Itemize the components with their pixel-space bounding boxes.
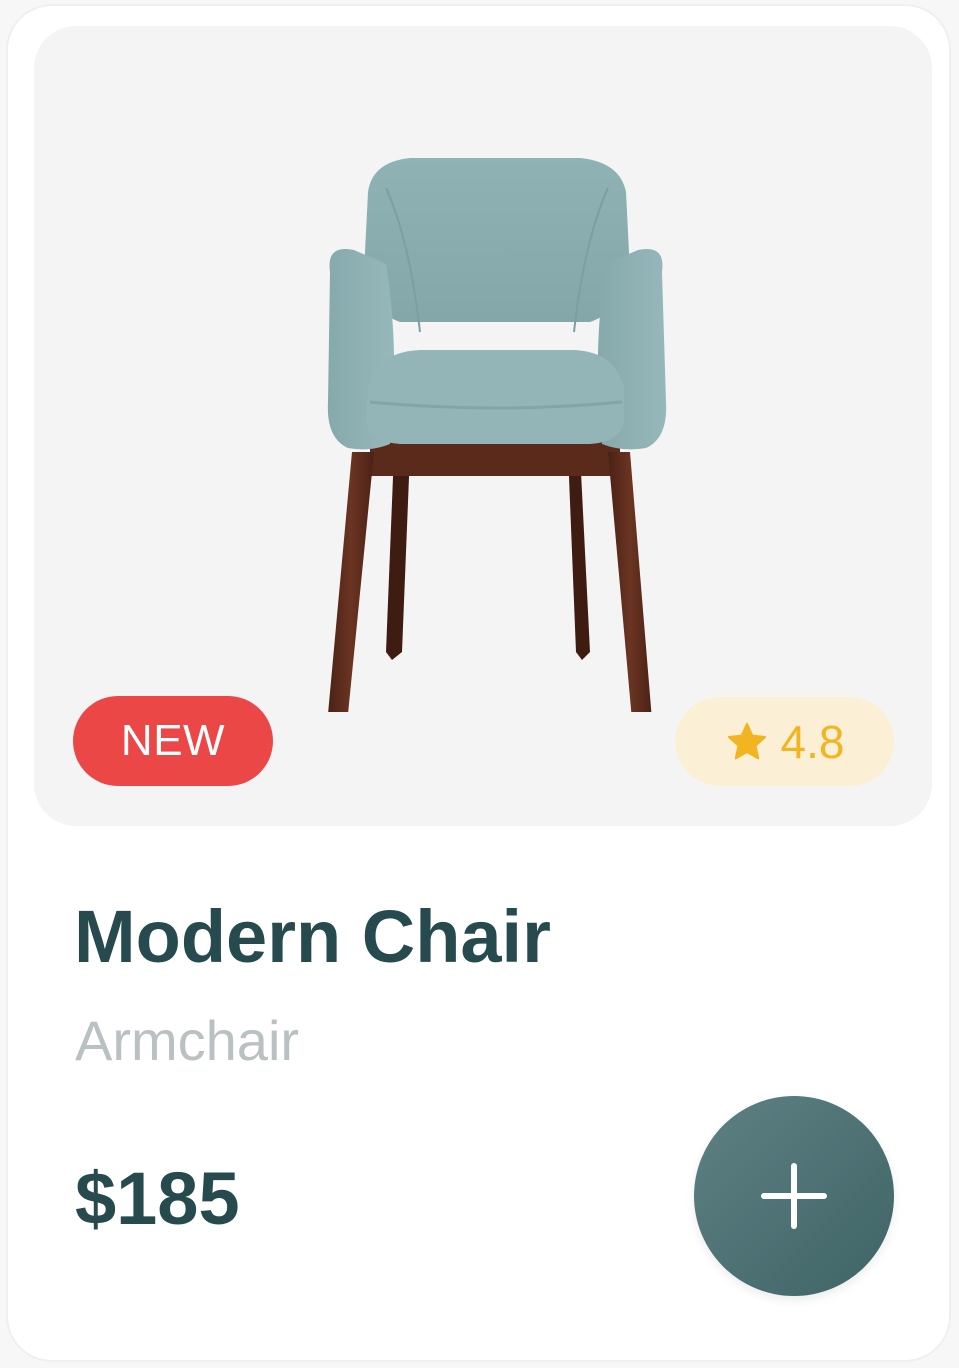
add-to-cart-button[interactable] [694, 1096, 894, 1296]
product-image-panel: NEW 4.8 [34, 26, 932, 826]
new-badge: NEW [73, 696, 273, 786]
rating-badge: 4.8 [675, 697, 894, 786]
product-category: Armchair [75, 1009, 300, 1072]
rating-value: 4.8 [780, 715, 845, 768]
product-card[interactable]: NEW 4.8 Modern Chair Armchair $185 [8, 6, 949, 1360]
product-price: $185 [75, 1157, 240, 1240]
product-name: Modern Chair [74, 895, 551, 978]
product-image-chair [327, 158, 667, 712]
star-icon [727, 722, 766, 759]
plus-icon [761, 1163, 827, 1229]
